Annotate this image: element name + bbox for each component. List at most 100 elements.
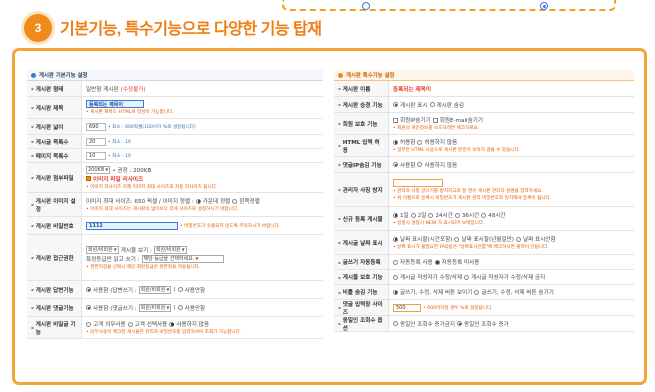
row-label: 신규 등록 게시물 xyxy=(334,207,389,230)
row-view-count: 동일인 조회수 옵션 동일인 조회수 증가금지 동일인 조회수 증가 xyxy=(334,316,634,332)
view-count-block-radio[interactable] xyxy=(393,321,398,326)
secret-required-radio[interactable] xyxy=(86,321,91,327)
post-count-input[interactable]: 20 xyxy=(86,137,106,146)
row-member-protect: 회원 보호 기능 회원IP숨기기 회원E-mail숨기기 • 회원의 개인정보를 … xyxy=(334,113,634,135)
row-board-width: 게시판 넓이 690• 최소 : 600픽셀(100이하 %로 설정됩니다) xyxy=(27,119,323,135)
row-label: 게시판 접근권한 xyxy=(27,235,82,280)
new-2day-radio[interactable] xyxy=(410,212,416,218)
password-note: • 비밀번호가 유출되지 않도록 주의하시기 바랍니다. xyxy=(180,223,281,229)
row-label: 게시판 이미지 설정 xyxy=(27,193,82,216)
reply-on-radio[interactable] xyxy=(86,287,91,292)
date-hide-label: 날짜 표시안함 xyxy=(522,237,556,243)
write-permission-value: 회원/비회원 xyxy=(88,247,113,253)
secret-note: • 의무사용이 체크된 게시물은 관리자 비밀번호를 입력하셔야 조회가 가능합… xyxy=(86,330,242,335)
comment-size-input[interactable]: 500 xyxy=(393,303,421,312)
attachment-size-select[interactable]: 200KB ▼ xyxy=(86,165,111,174)
html-allow-radio[interactable] xyxy=(393,139,398,145)
new-48h-radio[interactable] xyxy=(481,212,487,218)
board-password-input[interactable]: 1111 xyxy=(86,221,178,230)
row-post-protect: 게시물 보호 기능 게시글 작성자가 수정/삭제 게시글 작성자가 수정/삭제 금… xyxy=(334,270,634,285)
comment-ip-on-label: 사용함 xyxy=(400,162,416,169)
auto-register-off-radio[interactable] xyxy=(434,259,440,265)
attachment-size-note: • 권장 : 200KB xyxy=(112,167,152,174)
chevron-down-icon: ▼ xyxy=(166,305,170,310)
comment-ip-on-radio[interactable] xyxy=(393,162,398,167)
auto-register-on-radio[interactable] xyxy=(393,259,398,265)
top-radio-2[interactable] xyxy=(540,2,548,10)
row-new-post: 신규 등록 게시물 1일 2일 24시간 36시간 48시간 • 일정시 설정시 NEW… xyxy=(334,207,634,231)
reply-permission-select[interactable]: 회원/비회원 ▼ xyxy=(138,285,172,294)
board-name-value: 등록되는 제목이 xyxy=(393,86,431,93)
align-left-radio[interactable] xyxy=(232,198,238,204)
comment-on-radio[interactable] xyxy=(86,305,91,310)
row-label: HTML 입력 허용 xyxy=(334,135,389,156)
show-board-label: 게시판 표시 xyxy=(400,102,428,109)
secret-optional-radio[interactable] xyxy=(127,321,133,327)
image-setting-note: • 이미지 최대 사이즈는 게시판의 넓이보다 작게 사이즈로 설정하시기 바랍… xyxy=(86,207,239,212)
comment-on-label: 사용함 (댓글쓰기 : xyxy=(93,305,137,312)
new-2day-label: 2일 xyxy=(417,213,427,219)
hide-ip-checkbox[interactable] xyxy=(393,117,398,123)
buttons-hide-radio[interactable] xyxy=(474,289,480,295)
resize-label: 이미지 파일 리사이즈 xyxy=(93,176,144,183)
new-1day-radio[interactable] xyxy=(393,212,398,218)
chevron-down-icon: ▼ xyxy=(166,287,170,292)
row-comment: 게시판 댓글기능 사용함 (댓글쓰기 :회원/비회원▼)사용안함 xyxy=(27,299,323,317)
page-count-input[interactable]: 10 xyxy=(86,151,106,160)
row-label: 게시판 답변기능 xyxy=(27,281,82,298)
row-label: 관리자 사칭 방지 xyxy=(334,173,389,206)
auto-register-on-label: 자동등록 사용 xyxy=(400,260,433,266)
row-label: 게시판 이름 xyxy=(334,81,389,96)
row-board-name: 게시판 이름 등록되는 제목이 xyxy=(334,81,634,97)
hide-email-checkbox[interactable] xyxy=(432,117,438,123)
row-board-title: 게시판 제목 등록되는 제목이 • 게시판 제목도 HTML로 작성이 가능합니다… xyxy=(27,97,323,119)
row-secret: 게시판 비밀글 기능 고객 의무사용 고객 선택사용 사용하지 않음 • 의무사용이… xyxy=(27,317,323,339)
section-number-badge: 3 xyxy=(24,14,52,42)
comment-off-radio[interactable] xyxy=(177,305,183,310)
align-center-label: 가운데 정렬 xyxy=(202,199,231,205)
buttons-show-radio[interactable] xyxy=(393,289,398,295)
new-24h-label: 24시간 xyxy=(435,213,453,219)
board-width-input[interactable]: 690 xyxy=(86,122,106,131)
board-type-value: 일반형 게시판 xyxy=(86,86,119,93)
board-title-input[interactable]: 등록되는 제목이 xyxy=(86,100,144,108)
align-center-radio[interactable] xyxy=(195,198,201,204)
html-allow-label: 허용함 xyxy=(400,140,416,146)
post-edit-allow-radio[interactable] xyxy=(393,274,398,280)
new-post-note: • 일정시 설정시 NEW 가 표시되어 보여집니다. xyxy=(393,221,485,226)
bullet-icon xyxy=(31,72,36,78)
top-radio-1[interactable] xyxy=(362,2,370,10)
show-board-radio[interactable] xyxy=(393,102,398,107)
resize-checkbox[interactable] xyxy=(86,176,91,181)
admin-name-input[interactable] xyxy=(393,178,443,187)
new-24h-radio[interactable] xyxy=(428,212,434,218)
board-width-note: • 최소 : 600픽셀(100이하 %로 설정됩니다) xyxy=(108,124,196,130)
hide-email-label: 회원E-mail숨기기 xyxy=(439,118,484,124)
row-label: 회원 보호 기능 xyxy=(334,113,389,134)
new-1day-label: 1일 xyxy=(400,213,409,219)
comment-ip-off-radio[interactable] xyxy=(417,162,423,167)
reply-on-label: 사용함 (답변쓰기 : xyxy=(93,287,137,294)
view-permission-select[interactable]: 회원/비회원 ▼ xyxy=(153,245,187,254)
new-36h-radio[interactable] xyxy=(454,212,460,218)
date-hide-radio[interactable] xyxy=(515,236,521,242)
member-protect-note: • 회원의 개인정보를 보호하려면 체크하세요. xyxy=(393,126,480,131)
hide-board-label: 게시판 숨김 xyxy=(436,102,465,109)
date-time-radio[interactable] xyxy=(393,236,398,242)
date-only-radio[interactable] xyxy=(454,236,460,242)
hide-board-radio[interactable] xyxy=(429,102,435,107)
reply-off-radio[interactable] xyxy=(177,287,183,292)
view-permission-value: 회원/비회원 xyxy=(155,247,181,253)
auto-register-off-label: 자동등록 미사용 xyxy=(441,260,480,266)
write-permission-select[interactable]: 회원/비회원 ▼ xyxy=(86,245,119,254)
row-label: 페이지 목록수 xyxy=(27,149,82,162)
row-label: 댓글 입력창 사이즈 xyxy=(334,300,389,316)
view-count-allow-radio[interactable] xyxy=(457,321,463,326)
secret-off-radio[interactable] xyxy=(169,321,175,327)
comment-permission-select[interactable]: 회원/비회원 ▼ xyxy=(138,303,172,312)
post-edit-deny-label: 게시글 작성자가 수정/삭제 금지 xyxy=(471,275,546,281)
grade-select[interactable]: 해당 등급을 선택하세요. ▼ xyxy=(141,254,224,263)
html-deny-radio[interactable] xyxy=(417,139,423,145)
attachment-size-value: 200KB xyxy=(88,166,105,173)
post-edit-deny-radio[interactable] xyxy=(464,274,470,280)
